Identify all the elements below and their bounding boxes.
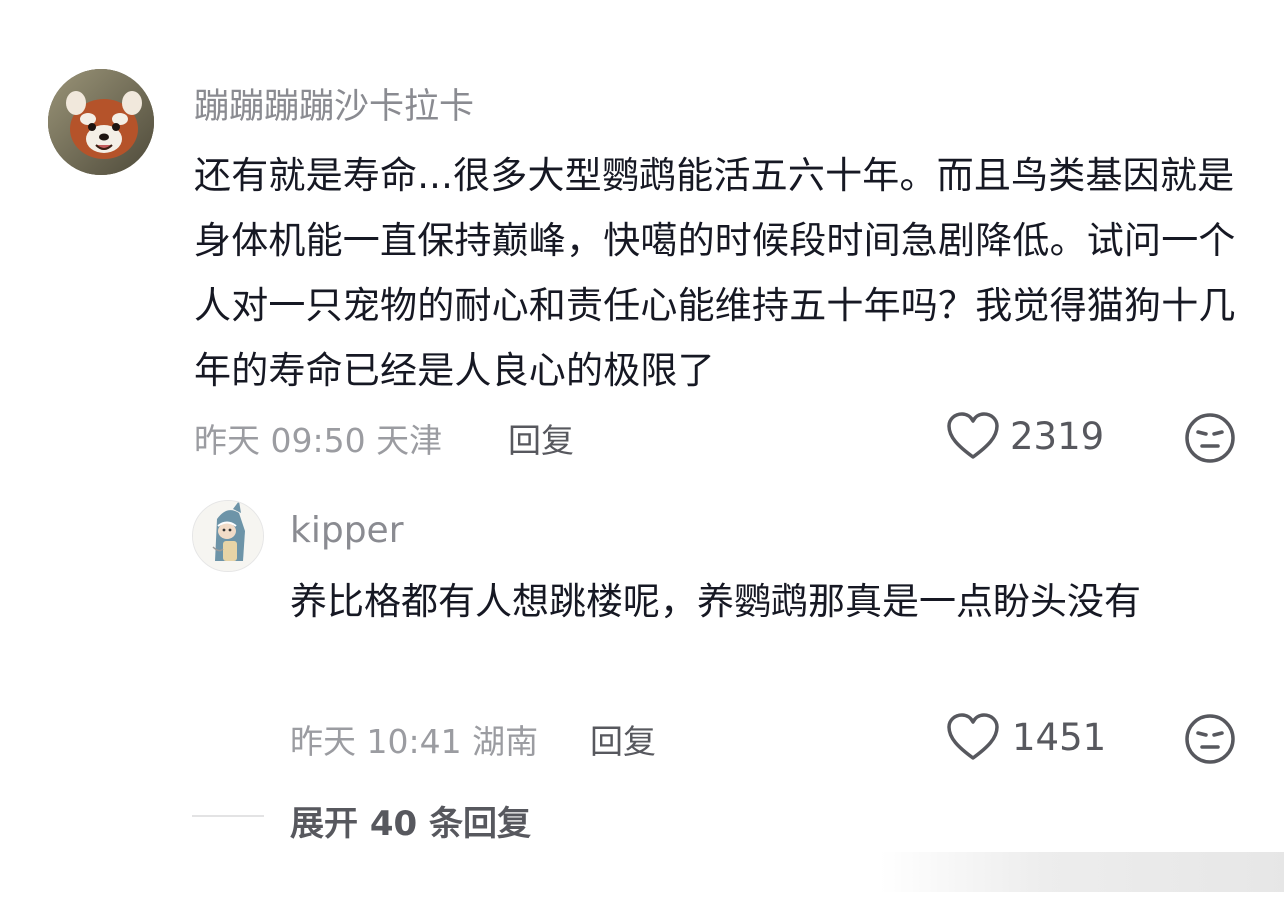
user-avatar[interactable] — [192, 500, 264, 572]
expand-divider — [192, 815, 264, 817]
comment-username[interactable]: 蹦蹦蹦蹦沙卡拉卡 — [194, 78, 474, 129]
expand-replies-button[interactable]: 展开 40 条回复 — [290, 796, 531, 845]
reply-username[interactable]: kipper — [290, 510, 404, 551]
red-panda-avatar-icon — [48, 69, 154, 175]
comment-meta: 昨天 09:50 天津 — [194, 421, 443, 460]
meh-face-icon[interactable] — [1184, 412, 1236, 464]
like-count: 1451 — [1012, 716, 1107, 759]
bottom-fade — [880, 852, 1284, 892]
like-count: 2319 — [1010, 415, 1105, 458]
user-avatar[interactable] — [48, 69, 154, 175]
reply-button[interactable]: 回复 — [590, 715, 656, 763]
meh-face-icon[interactable] — [1184, 713, 1236, 765]
shark-costume-avatar-icon — [193, 501, 263, 571]
reply-text: 养比格都有人想跳楼呢，养鹦鹉那真是一点盼头没有 — [290, 580, 1141, 623]
reply-meta: 昨天 10:41 湖南 — [290, 722, 539, 761]
reply-button[interactable]: 回复 — [508, 414, 574, 462]
heart-outline-icon[interactable] — [946, 411, 1000, 461]
comment-text: 还有就是寿命...很多大型鹦鹉能活五六十年。而且鸟类基因就是身体机能一直保持巅峰… — [194, 154, 1236, 392]
heart-outline-icon[interactable] — [946, 712, 1000, 762]
